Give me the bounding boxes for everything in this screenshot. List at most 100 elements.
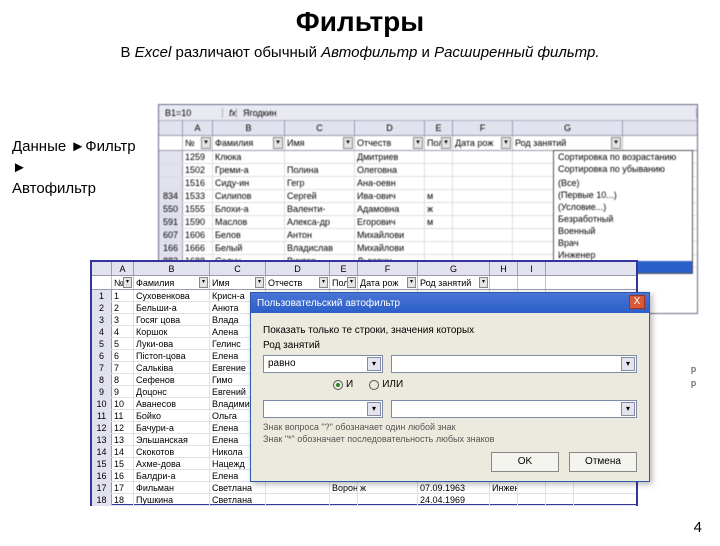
filter-cell[interactable] bbox=[92, 276, 112, 289]
filter-cell[interactable]: №▾ bbox=[112, 276, 134, 289]
cell[interactable]: 1 bbox=[112, 290, 134, 301]
col-header[interactable]: G bbox=[513, 121, 623, 135]
cell[interactable]: 1606 bbox=[183, 229, 213, 241]
cell[interactable]: Инжене- bbox=[490, 482, 518, 493]
cell[interactable] bbox=[518, 494, 546, 505]
cell[interactable]: 17 bbox=[92, 482, 112, 493]
cell[interactable] bbox=[425, 242, 453, 254]
cancel-button[interactable]: Отмена bbox=[569, 452, 637, 472]
cell[interactable] bbox=[266, 494, 330, 505]
cell[interactable] bbox=[159, 164, 183, 176]
cell[interactable]: 7 bbox=[112, 362, 134, 373]
cell[interactable]: 834 bbox=[159, 190, 183, 202]
col-header[interactable]: B bbox=[134, 262, 210, 275]
dropdown-item[interactable]: Врач bbox=[554, 237, 692, 249]
filter-cell[interactable]: Отчеств▾ bbox=[266, 276, 330, 289]
radio-or[interactable]: ИЛИ bbox=[369, 379, 403, 390]
cell[interactable]: 1 bbox=[92, 290, 112, 301]
cell[interactable]: 4 bbox=[92, 326, 112, 337]
filter-chevron-icon[interactable]: ▾ bbox=[407, 277, 416, 288]
cell[interactable]: 9 bbox=[92, 386, 112, 397]
cell[interactable]: Скокотов bbox=[134, 446, 210, 457]
cell[interactable]: 5 bbox=[112, 338, 134, 349]
cell[interactable]: Эльшанская bbox=[134, 434, 210, 445]
cell[interactable]: Сальківа bbox=[134, 362, 210, 373]
dropdown-item[interactable]: (Первые 10...) bbox=[554, 189, 692, 201]
filter-cell[interactable]: Пол▾ bbox=[425, 136, 453, 150]
filter-chevron-icon[interactable]: ▾ bbox=[347, 277, 356, 288]
formula-bar[interactable]: Ягодкин bbox=[237, 108, 697, 118]
cell[interactable]: 15 bbox=[112, 458, 134, 469]
filter-chevron-icon[interactable]: ▾ bbox=[319, 277, 328, 288]
cell[interactable]: Олеговна bbox=[355, 164, 425, 176]
cell[interactable]: 1533 bbox=[183, 190, 213, 202]
cell[interactable]: Балдри-а bbox=[134, 470, 210, 481]
cell[interactable]: Бойко bbox=[134, 410, 210, 421]
cell[interactable]: Клюка bbox=[213, 151, 285, 163]
cell[interactable]: Госяг цова bbox=[134, 314, 210, 325]
cell[interactable]: Светлана bbox=[210, 482, 266, 493]
cell[interactable]: Владислав bbox=[285, 242, 355, 254]
cell[interactable]: Сергей bbox=[285, 190, 355, 202]
col-header[interactable] bbox=[92, 262, 112, 275]
cell[interactable] bbox=[330, 494, 358, 505]
cell[interactable]: Дмитриев bbox=[355, 151, 425, 163]
cell[interactable] bbox=[453, 242, 513, 254]
cell[interactable]: 1259 bbox=[183, 151, 213, 163]
cell[interactable]: Полина bbox=[285, 164, 355, 176]
cell[interactable] bbox=[453, 151, 513, 163]
cell[interactable]: 12 bbox=[112, 422, 134, 433]
cell[interactable] bbox=[453, 229, 513, 241]
col-header[interactable]: D bbox=[266, 262, 330, 275]
cell[interactable]: 10 bbox=[112, 398, 134, 409]
dropdown-item[interactable]: Военный bbox=[554, 225, 692, 237]
cell[interactable]: 6 bbox=[112, 350, 134, 361]
filter-cell[interactable]: Имя▾ bbox=[285, 136, 355, 150]
cell[interactable]: ж bbox=[425, 203, 453, 215]
cell[interactable] bbox=[425, 177, 453, 189]
condition-1-value[interactable]: ▾ bbox=[391, 355, 637, 373]
cell[interactable]: Силипов bbox=[213, 190, 285, 202]
cell[interactable]: Ива-ович bbox=[355, 190, 425, 202]
cell[interactable]: 17 bbox=[112, 482, 134, 493]
cell[interactable] bbox=[159, 151, 183, 163]
cell[interactable]: 13 bbox=[112, 434, 134, 445]
filter-chevron-icon[interactable]: ▾ bbox=[343, 137, 353, 149]
cell[interactable]: Алекса-др bbox=[285, 216, 355, 228]
cell[interactable]: 24.04.1969 bbox=[418, 494, 490, 505]
cell[interactable]: 14 bbox=[92, 446, 112, 457]
cell[interactable] bbox=[453, 177, 513, 189]
filter-cell[interactable] bbox=[518, 276, 546, 289]
cell[interactable]: 4 bbox=[112, 326, 134, 337]
col-header[interactable]: C bbox=[210, 262, 266, 275]
cell[interactable] bbox=[546, 482, 574, 493]
cell[interactable]: Антон bbox=[285, 229, 355, 241]
cell[interactable] bbox=[518, 482, 546, 493]
filter-chevron-icon[interactable]: ▾ bbox=[255, 277, 264, 288]
cell[interactable]: Фильман bbox=[134, 482, 210, 493]
cell[interactable]: Михайлови bbox=[355, 242, 425, 254]
cell[interactable]: 607 bbox=[159, 229, 183, 241]
cell[interactable] bbox=[266, 482, 330, 493]
cell[interactable] bbox=[453, 203, 513, 215]
cell[interactable] bbox=[285, 151, 355, 163]
filter-chevron-icon[interactable]: ▾ bbox=[199, 277, 208, 288]
cell[interactable]: 8 bbox=[112, 374, 134, 385]
cell[interactable]: Валенти- bbox=[285, 203, 355, 215]
cell[interactable]: 07.09.1963 bbox=[418, 482, 490, 493]
cell[interactable]: Гегр bbox=[285, 177, 355, 189]
col-header[interactable]: H bbox=[490, 262, 518, 275]
condition-2-operator[interactable]: ▾ bbox=[263, 400, 383, 418]
cell[interactable]: 1516 bbox=[183, 177, 213, 189]
cell[interactable]: 11 bbox=[92, 410, 112, 421]
col-header[interactable]: F bbox=[453, 121, 513, 135]
condition-2-value[interactable]: ▾ bbox=[391, 400, 637, 418]
cell[interactable]: 11 bbox=[112, 410, 134, 421]
cell[interactable]: м bbox=[425, 190, 453, 202]
filter-chevron-icon[interactable]: ▾ bbox=[611, 137, 621, 149]
filter-cell[interactable]: Отчеств▾ bbox=[355, 136, 425, 150]
cell[interactable] bbox=[453, 216, 513, 228]
cell[interactable]: 1555 bbox=[183, 203, 213, 215]
fx-icon[interactable]: fx bbox=[223, 108, 237, 118]
cell[interactable]: 2 bbox=[92, 302, 112, 313]
